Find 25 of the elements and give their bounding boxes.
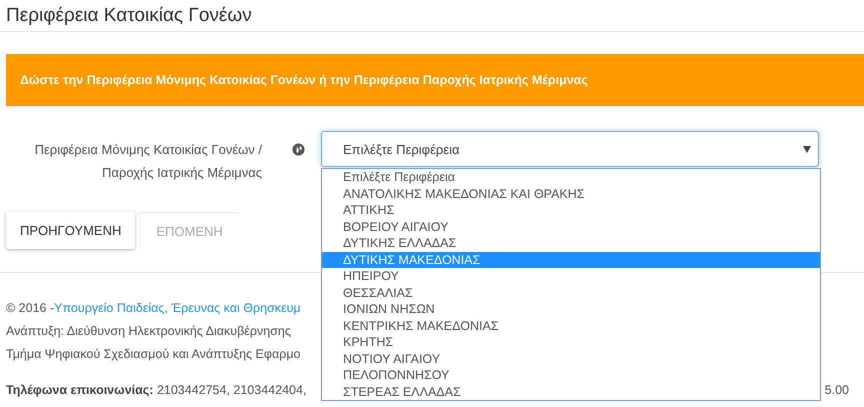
dropdown-option[interactable]: ΑΤΤΙΚΗΣ <box>322 202 820 218</box>
previous-button[interactable]: ΠΡΟΗΓΟΥΜΕΝΗ <box>6 212 136 249</box>
dropdown-option[interactable]: ΚΡΗΤΗΣ <box>322 334 820 350</box>
region-select[interactable]: Επιλέξτε Περιφέρεια <box>321 131 819 167</box>
dropdown-option[interactable]: ΘΕΣΣΑΛΙΑΣ <box>322 284 820 301</box>
caret-icon <box>803 146 811 153</box>
alert-banner: Δώστε την Περιφέρεια Μόνιμης Κατοικίας Γονέων ή την Περιφέρεια Παροχής Ιατρικής Μέριμνας <box>6 54 864 106</box>
dropdown-option[interactable]: ΒΟΡΕΙΟΥ ΑΙΓΑΙΟΥ <box>322 218 820 235</box>
dropdown-option[interactable]: ΠΕΛΟΠΟΝΝΗΣΟΥ <box>322 367 820 384</box>
dropdown-option[interactable]: ΑΝΑΤΟΛΙΚΗΣ ΜΑΚΕΔΟΝΙΑΣ ΚΑΙ ΘΡΑΚΗΣ <box>322 186 820 202</box>
field-label: Παροχής Ιατρικής Μέριμνας <box>102 164 262 182</box>
dropdown-option[interactable]: ΚΕΝΤΡΙΚΗΣ ΜΑΚΕΔΟΝΙΑΣ <box>322 318 820 334</box>
dropdown-option[interactable]: ΙΟΝΙΩΝ ΝΗΣΩΝ <box>322 301 820 318</box>
page-title: Περιφέρεια Κατοικίας Γονέων <box>5 4 253 28</box>
dropdown-option[interactable]: ΣΤΕΡΕΑΣ ΕΛΛΑΔΑΣ <box>322 384 820 400</box>
development-text: Ανάπτυξη: Διεύθυνση Ηλεκτρονικής Διακυβέρνησης <box>6 323 291 340</box>
department-text: Τμήμα Ψηφιακού Σχεδιασμού και Ανάπτυξης Εφαρμο <box>6 346 300 363</box>
dropdown-option[interactable]: ΗΠΕΙΡΟΥ <box>322 268 820 284</box>
phones-text: Τηλέφωνα επικοινωνίας: 2103442754, 2103442404, <box>6 382 306 399</box>
hours-text: 5.00 <box>824 382 849 399</box>
dropdown-option[interactable]: ΝΟΤΙΟΥ ΑΙΓΑΙΟΥ <box>322 350 820 367</box>
dropdown-option[interactable]: Επιλέξτε Περιφέρεια <box>322 169 820 186</box>
copyright-text: © 2016 - <box>6 300 54 317</box>
dropdown-option[interactable]: ΔΥΤΙΚΗΣ ΕΛΛΑΔΑΣ <box>322 235 820 252</box>
field-label: Περιφέρεια Μόνιμης Κατοικίας Γονέων / <box>34 141 262 159</box>
